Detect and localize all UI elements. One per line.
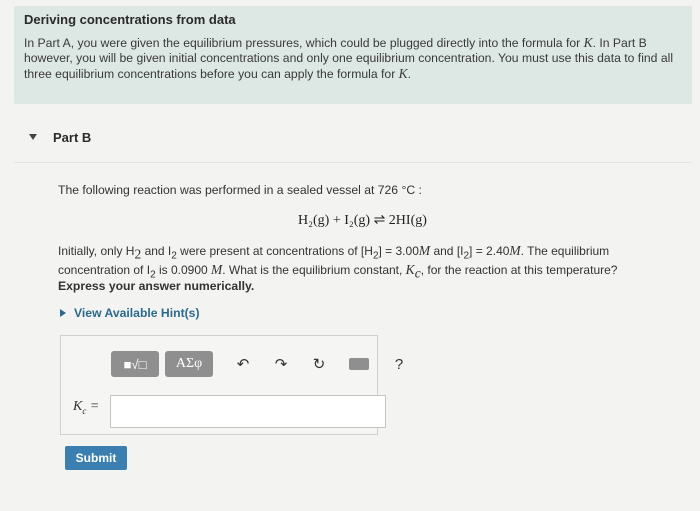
math-toolbar: ■√□ ΑΣφ ↶ ↷ ↻ ? (111, 351, 407, 377)
answer-panel: ■√□ ΑΣφ ↶ ↷ ↻ ? Kc = (60, 335, 403, 435)
intro-text: In Part A, you were given the equilibriu… (24, 35, 682, 82)
kc-label: Kc = (73, 399, 99, 416)
q-text: were present at concentrations of [H (176, 244, 373, 258)
intro-box: Deriving concentrations from data In Par… (14, 6, 692, 104)
q-unit: M (509, 243, 521, 258)
reaction-equation: H₂(g) + I₂(g) ⇌ 2HI(g) (298, 213, 427, 228)
q-unit: M (418, 243, 431, 258)
intro-text-part1: In Part A, you were given the equilibriu… (24, 36, 584, 50)
instruction: Express your answer numerically. (58, 279, 255, 293)
collapse-caret-icon[interactable] (29, 134, 37, 140)
intro-text-part3: . (407, 67, 412, 81)
q-text: ] = 3.00 (378, 244, 419, 258)
divider (14, 162, 692, 163)
help-icon[interactable]: ? (391, 356, 407, 373)
q-text: , for the reaction at this temperature? (420, 263, 618, 278)
intro-k-symbol-2: K (398, 66, 408, 81)
keyboard-shortcuts-icon[interactable] (349, 358, 369, 370)
greek-symbols-button[interactable]: ΑΣφ (165, 351, 213, 377)
undo-icon[interactable]: ↶ (235, 355, 251, 373)
part-b-header[interactable]: Part B (14, 112, 692, 162)
q-unit: M (211, 262, 223, 278)
q-kc: K (405, 262, 415, 278)
q-text: and [I (430, 244, 464, 258)
view-hints-link[interactable]: View Available Hint(s) (60, 306, 200, 320)
q-text: ] = 2.40 (469, 244, 510, 258)
q-text: Initially, only H (58, 244, 135, 258)
templates-button[interactable]: ■√□ (111, 351, 159, 377)
hint-caret-icon (60, 309, 66, 317)
question-intro: The following reaction was performed in … (58, 183, 422, 197)
question-body: Initially, only H2 and I2 were present a… (58, 244, 678, 283)
hint-link-label: View Available Hint(s) (74, 306, 200, 320)
q-text: is 0.0900 (155, 263, 211, 278)
reset-icon[interactable]: ↻ (311, 355, 327, 373)
q-text: and I (141, 244, 172, 258)
kc-eq: = (86, 399, 100, 414)
submit-button[interactable]: Submit (65, 446, 127, 470)
intro-k-symbol: K (583, 35, 593, 50)
redo-icon[interactable]: ↷ (273, 355, 289, 373)
intro-title: Deriving concentrations from data (24, 12, 236, 27)
q-text: . What is the equilibrium constant, (222, 263, 406, 278)
answer-input[interactable] (110, 395, 386, 428)
part-b-label: Part B (53, 129, 92, 145)
kc-k: K (73, 399, 83, 414)
